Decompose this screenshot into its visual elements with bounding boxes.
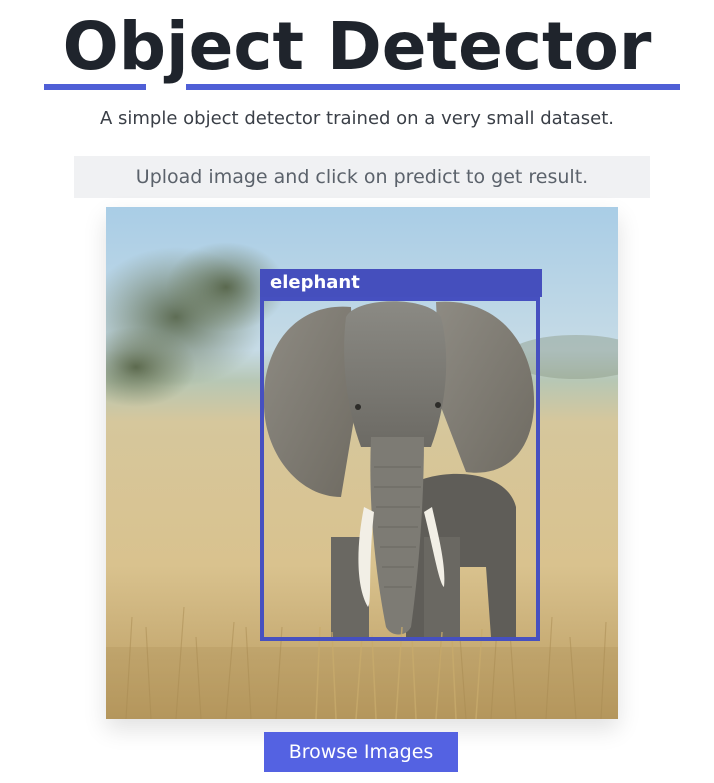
page: Object Detector A simple object detector… [0,0,714,783]
header: Object Detector [0,0,714,96]
instructions-banner: Upload image and click on predict to get… [74,156,650,198]
page-title: Object Detector [62,8,652,85]
prediction-image-panel: elephant [106,207,618,719]
detection-bounding-box [260,297,540,641]
browse-images-button[interactable]: Browse Images [264,732,458,772]
detection-label: elephant [260,269,542,297]
page-subtitle: A simple object detector trained on a ve… [99,108,615,129]
